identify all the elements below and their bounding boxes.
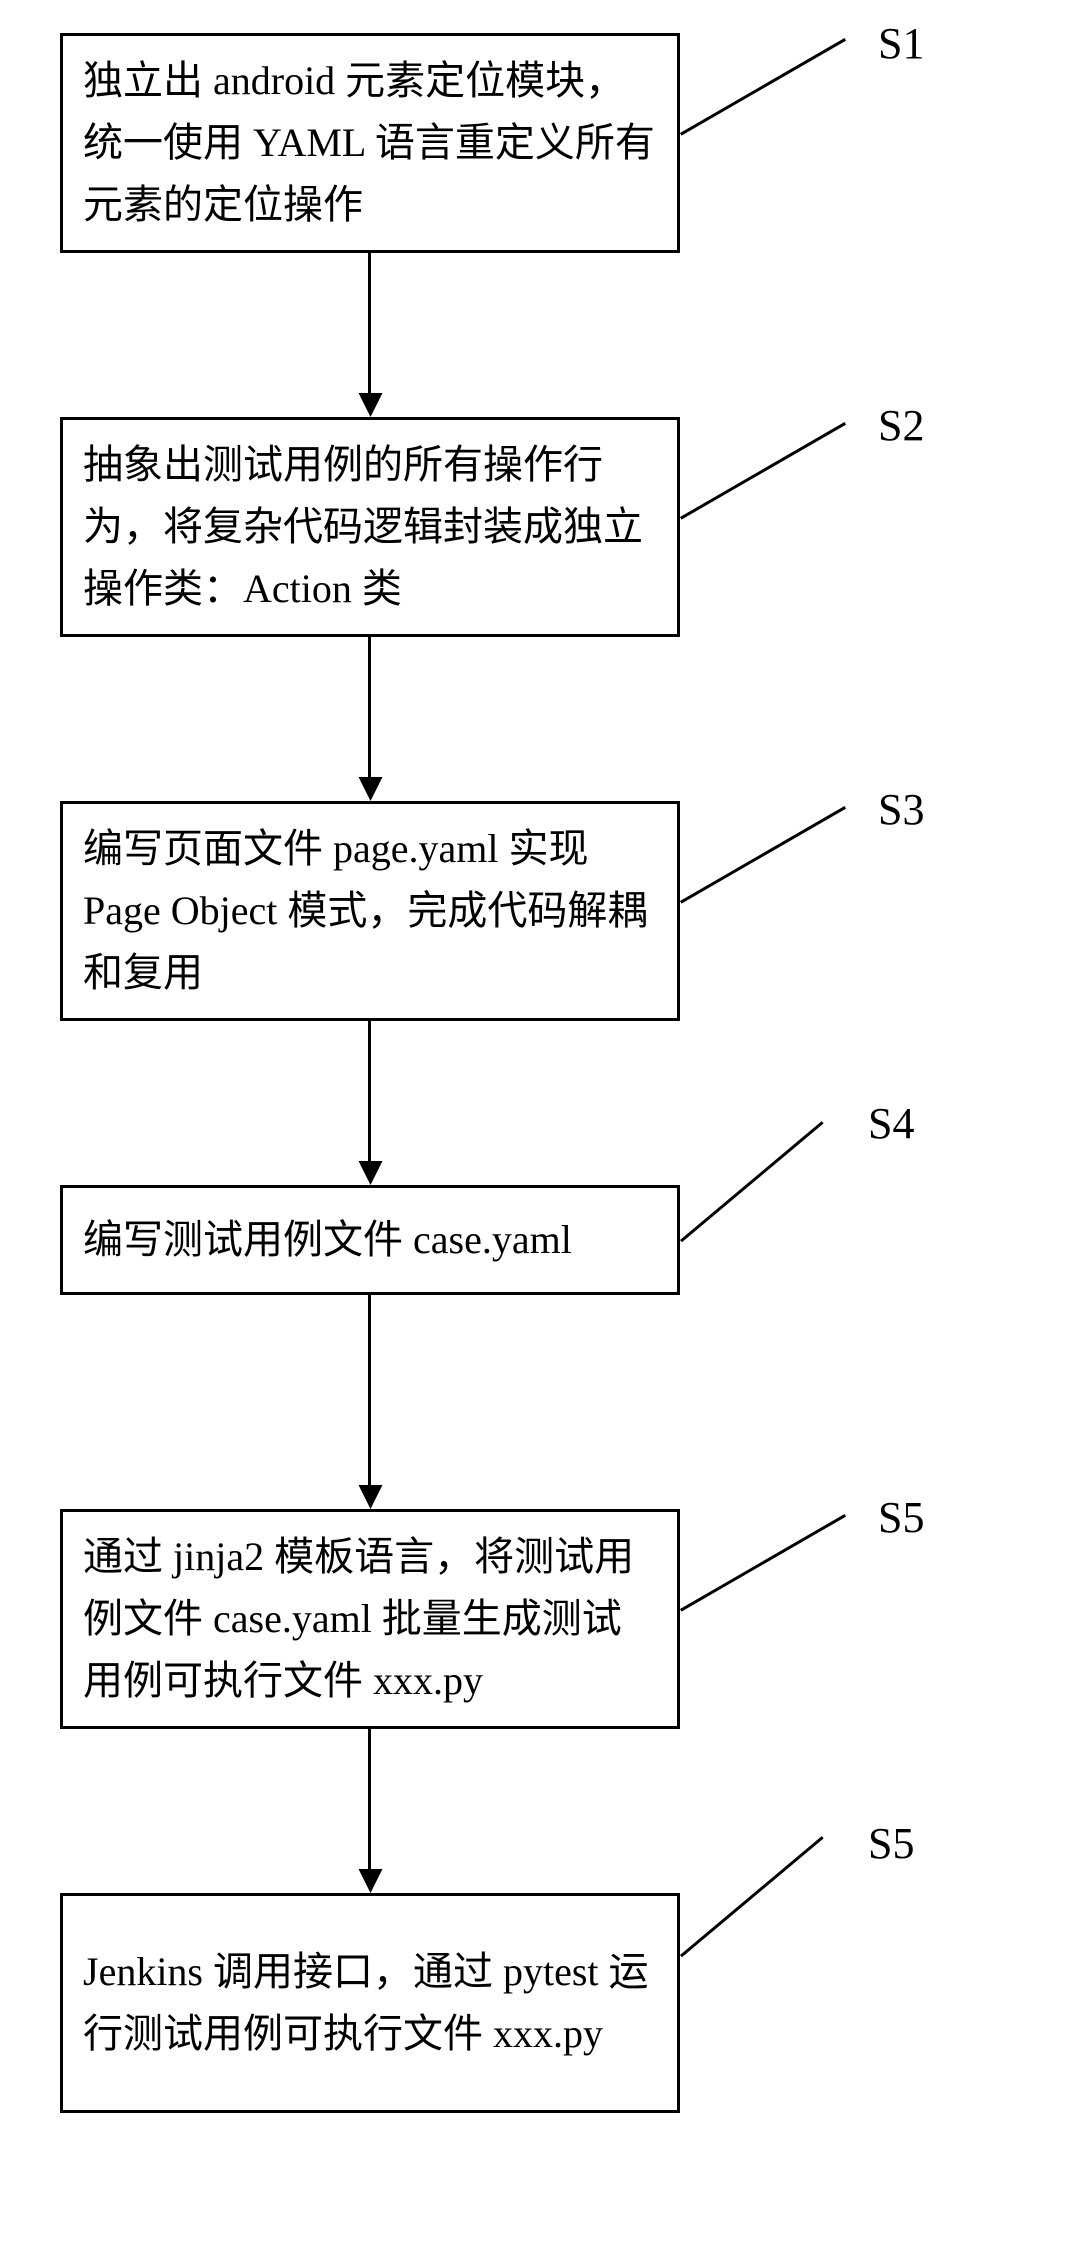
arrow-head-icon — [359, 1869, 383, 1893]
leader-line — [680, 806, 846, 904]
flowchart-arrow — [368, 253, 371, 393]
flowchart-node: 通过 jinja2 模板语言，将测试用例文件 case.yaml 批量生成测试用… — [60, 1509, 680, 1729]
leader-line — [680, 1514, 846, 1612]
flowchart-node-label: S3 — [878, 784, 924, 835]
leader-line — [680, 1836, 824, 1957]
flowchart-node: 编写测试用例文件 case.yaml — [60, 1185, 680, 1295]
flowchart-node-text: 通过 jinja2 模板语言，将测试用例文件 case.yaml 批量生成测试用… — [83, 1526, 657, 1712]
arrow-head-icon — [359, 1485, 383, 1509]
flowchart-arrow — [368, 637, 371, 777]
flowchart-node: 独立出 android 元素定位模块，统一使用 YAML 语言重定义所有元素的定… — [60, 33, 680, 253]
flowchart-node-text: 抽象出测试用例的所有操作行为，将复杂代码逻辑封装成独立操作类：Action 类 — [83, 434, 657, 620]
flowchart-arrow — [368, 1021, 371, 1161]
flowchart-node-label: S2 — [878, 400, 924, 451]
flowchart-node-text: Jenkins 调用接口，通过 pytest 运行测试用例可执行文件 xxx.p… — [83, 1941, 657, 2065]
flowchart-node: Jenkins 调用接口，通过 pytest 运行测试用例可执行文件 xxx.p… — [60, 1893, 680, 2113]
flowchart-node: 编写页面文件 page.yaml 实现 Page Object 模式，完成代码解… — [60, 801, 680, 1021]
flowchart-node-label: S4 — [868, 1098, 914, 1149]
arrow-head-icon — [359, 393, 383, 417]
flowchart-arrow — [368, 1295, 371, 1485]
flowchart-canvas: 独立出 android 元素定位模块，统一使用 YAML 语言重定义所有元素的定… — [0, 0, 1066, 2255]
leader-line — [680, 422, 846, 520]
leader-line — [680, 1121, 824, 1242]
flowchart-node-label: S1 — [878, 18, 924, 69]
flowchart-node-text: 编写页面文件 page.yaml 实现 Page Object 模式，完成代码解… — [83, 818, 657, 1004]
flowchart-node-text: 独立出 android 元素定位模块，统一使用 YAML 语言重定义所有元素的定… — [83, 50, 657, 236]
arrow-head-icon — [359, 777, 383, 801]
flowchart-node-label: S5 — [878, 1492, 924, 1543]
flowchart-node-label: S5 — [868, 1818, 914, 1869]
flowchart-arrow — [368, 1729, 371, 1869]
flowchart-node: 抽象出测试用例的所有操作行为，将复杂代码逻辑封装成独立操作类：Action 类 — [60, 417, 680, 637]
arrow-head-icon — [359, 1161, 383, 1185]
flowchart-node-text: 编写测试用例文件 case.yaml — [83, 1209, 572, 1271]
leader-line — [680, 38, 846, 136]
